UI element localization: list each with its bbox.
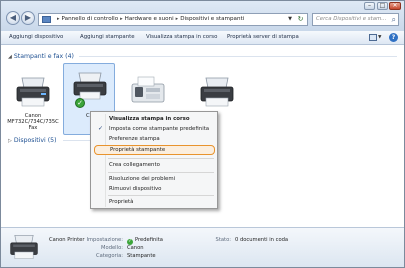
add-printer-button[interactable]: Aggiungi stampante [80, 31, 135, 44]
view-print-queue-button[interactable]: Visualizza stampa in corso [146, 31, 217, 44]
details-key-status: Impostazione: [86, 237, 123, 243]
printer-icon [200, 77, 234, 107]
chevron-down-icon: ▼ [378, 35, 382, 40]
menu-separator [108, 195, 214, 196]
printer-icon [16, 77, 50, 107]
help-icon[interactable]: ? [389, 33, 398, 42]
menu-separator [108, 158, 214, 159]
group-divider [79, 56, 397, 57]
default-check-icon: ✓ [75, 98, 85, 108]
group-header-printers[interactable]: ◢ Stampanti e fax (4) [8, 52, 74, 61]
breadcrumb-devices-printers[interactable]: Dispositivi e stampanti [180, 16, 244, 22]
refresh-icon[interactable]: ↻ [296, 14, 305, 25]
minimize-icon[interactable]: – [364, 2, 375, 10]
device-label: Canon MF732C/734C/735C Fax [7, 113, 59, 132]
details-state-value: 0 documenti in coda [235, 237, 289, 243]
print-server-properties-button[interactable]: Proprietà server di stampa [227, 31, 299, 44]
details-pane: Canon Printer Impostazione: ✓ Predefinita… [1, 227, 404, 267]
search-input[interactable]: Cerca Dispositivi e stam... ⌕ [312, 13, 399, 26]
group-divider [63, 140, 91, 141]
menu-item-create-shortcut[interactable]: Crea collegamento [94, 160, 215, 170]
search-icon[interactable]: ⌕ [392, 15, 396, 24]
details-key-model: Modello: [101, 245, 123, 251]
printer-icon [10, 235, 38, 259]
address-bar-row: ◀ ▶ ▸ Pannello di controllo ▸ Hardware e su… [1, 1, 404, 31]
back-arrow-icon[interactable]: ◀ [6, 11, 20, 25]
group-label-devices: Dispositivi (5) [13, 137, 57, 144]
menu-item-print-preferences[interactable]: Preferenze stampa [94, 134, 215, 144]
menu-separator [108, 172, 214, 173]
menu-item-remove-device[interactable]: Rimuovi dispositivo [94, 184, 215, 194]
details-status-value: ✓ Predefinita [127, 237, 163, 245]
view-icon [369, 34, 377, 41]
menu-item-properties[interactable]: Proprietà [94, 197, 215, 207]
devices-and-printers-window: ◀ ▶ ▸ Pannello di controllo ▸ Hardware e su… [0, 0, 405, 268]
details-key-state: Stato: [215, 237, 231, 243]
group-label-printers: Stampanti e fax (4) [13, 53, 74, 60]
search-placeholder: Cerca Dispositivi e stam... [316, 16, 387, 22]
group-header-devices[interactable]: ▷ Dispositivi (5) [8, 136, 56, 145]
maximize-icon[interactable]: □ [377, 2, 388, 10]
menu-item-printer-properties[interactable]: Proprietà stampante [94, 145, 215, 155]
breadcrumb-hardware[interactable]: Hardware e suoni [125, 16, 174, 22]
menu-item-view-print-queue[interactable]: Visualizza stampa in corso [94, 114, 215, 124]
close-icon[interactable]: ✕ [389, 2, 401, 10]
checkmark-icon: ✓ [98, 125, 104, 132]
device-fax[interactable]: Canon MF732C/734C/735C Fax [7, 71, 59, 143]
breadcrumb-control-panel[interactable]: Pannello di controllo [62, 16, 119, 22]
menu-item-set-default[interactable]: ✓ Imposta come stampante predefinita [94, 124, 215, 134]
command-toolbar: Aggiungi dispositivo Aggiungi stampante … [1, 31, 404, 45]
forward-arrow-icon[interactable]: ▶ [21, 11, 35, 25]
chevron-right-icon[interactable]: ▸ [57, 16, 60, 22]
chevron-right-icon[interactable]: ▸ [176, 16, 179, 22]
change-view-button[interactable]: ▼ [367, 33, 383, 42]
fax-icon [131, 76, 165, 103]
expand-triangle-icon[interactable]: ▷ [8, 138, 12, 144]
breadcrumb: ▸ Pannello di controllo ▸ Hardware e suoni ▸… [55, 14, 244, 25]
chevron-right-icon[interactable]: ▸ [120, 16, 123, 22]
details-model-value: Canon [127, 245, 144, 251]
context-menu: Visualizza stampa in corso ✓ Imposta come… [90, 111, 218, 209]
add-device-button[interactable]: Aggiungi dispositivo [9, 31, 63, 44]
address-bar[interactable]: ▸ Pannello di controllo ▸ Hardware e suoni ▸… [38, 13, 308, 26]
menu-item-label: Imposta come stampante predefinita [109, 126, 210, 132]
control-panel-icon [42, 16, 51, 23]
collapse-triangle-icon[interactable]: ◢ [8, 54, 12, 60]
details-key-category: Categoria: [96, 253, 123, 259]
menu-item-troubleshoot[interactable]: Risoluzione dei problemi [94, 174, 215, 184]
chevron-down-icon[interactable]: ▼ [286, 14, 294, 25]
details-category-value: Stampante [127, 253, 156, 259]
details-status-text: Predefinita [135, 237, 163, 243]
